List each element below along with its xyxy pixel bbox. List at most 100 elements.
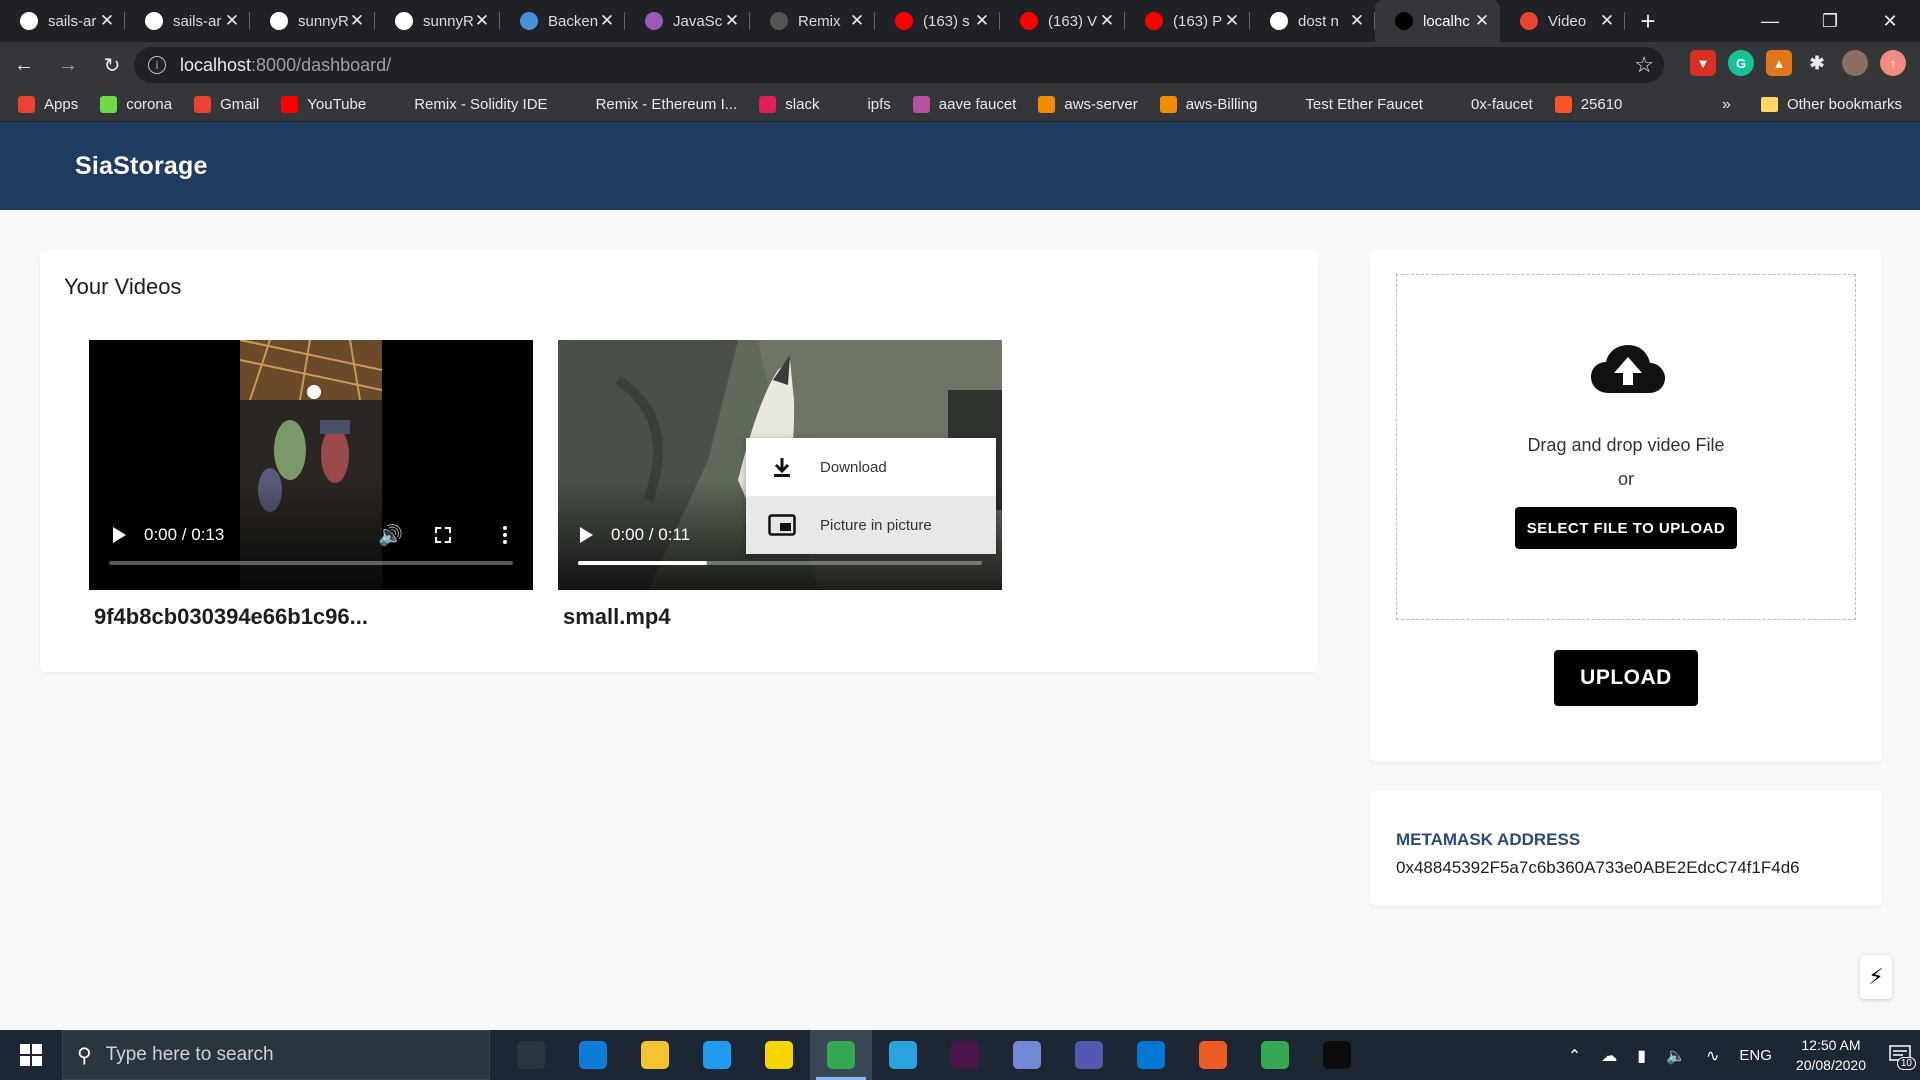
reload-button[interactable]: ↻ bbox=[92, 45, 132, 85]
close-tab-icon[interactable]: ✕ bbox=[1224, 11, 1240, 31]
browser-tab[interactable]: Remix ✕ bbox=[750, 0, 875, 42]
browser-tab[interactable]: Backen ✕ bbox=[500, 0, 625, 42]
taskbar-app[interactable] bbox=[872, 1030, 934, 1080]
show-hidden-icons-icon[interactable]: ⌃ bbox=[1568, 1046, 1581, 1065]
close-tab-icon[interactable]: ✕ bbox=[224, 11, 240, 31]
taskbar-app[interactable] bbox=[996, 1030, 1058, 1080]
taskbar-app[interactable] bbox=[934, 1030, 996, 1080]
other-bookmarks[interactable]: Other bookmarks bbox=[1787, 96, 1902, 113]
bookmark-item[interactable]: aave faucet bbox=[912, 96, 1016, 113]
close-tab-icon[interactable]: ✕ bbox=[349, 11, 365, 31]
taskbar-app[interactable] bbox=[1182, 1030, 1244, 1080]
browser-tab[interactable]: (163) P ✕ bbox=[1125, 0, 1250, 42]
close-tab-icon[interactable]: ✕ bbox=[974, 11, 990, 31]
close-tab-icon[interactable]: ✕ bbox=[849, 11, 865, 31]
play-icon[interactable] bbox=[113, 527, 126, 543]
bookmark-item[interactable]: Gmail bbox=[194, 96, 259, 113]
close-tab-icon[interactable]: ✕ bbox=[1099, 11, 1115, 31]
pocket-extension-icon[interactable]: ▼ bbox=[1690, 50, 1716, 76]
new-tab-button[interactable]: + bbox=[1625, 0, 1671, 42]
taskbar-app[interactable] bbox=[562, 1030, 624, 1080]
address-bar[interactable]: i localhost:8000/dashboard/ ☆ bbox=[134, 47, 1664, 83]
browser-tab[interactable]: JavaSc ✕ bbox=[625, 0, 750, 42]
minimize-button[interactable]: — bbox=[1740, 0, 1800, 42]
video-progress-bar[interactable] bbox=[578, 561, 982, 565]
bookmark-item[interactable]: aws-server bbox=[1038, 96, 1138, 113]
taskbar-app[interactable] bbox=[1120, 1030, 1182, 1080]
battery-icon[interactable]: ▮ bbox=[1637, 1046, 1646, 1065]
taskbar-app[interactable] bbox=[1306, 1030, 1368, 1080]
language-indicator[interactable]: ENG bbox=[1739, 1047, 1772, 1064]
bookmark-item[interactable]: slack bbox=[759, 96, 819, 113]
bookmark-item[interactable]: Test Ether Faucet bbox=[1279, 96, 1423, 113]
more-options-icon[interactable] bbox=[503, 526, 507, 544]
metamask-extension-icon[interactable]: ▲ bbox=[1766, 50, 1792, 76]
bookmarks-overflow-button[interactable]: » bbox=[1722, 96, 1731, 114]
browser-tab[interactable]: dost n ✕ bbox=[1250, 0, 1375, 42]
taskbar-search[interactable]: ⚲ Type here to search bbox=[62, 1030, 490, 1080]
bookmark-item[interactable]: YouTube bbox=[281, 96, 366, 113]
browser-tab[interactable]: sunnyR ✕ bbox=[250, 0, 375, 42]
close-tab-icon[interactable]: ✕ bbox=[99, 11, 115, 31]
fullscreen-icon[interactable] bbox=[434, 526, 452, 544]
browser-tab[interactable]: sails-ar ✕ bbox=[125, 0, 250, 42]
upload-button[interactable]: UPLOAD bbox=[1554, 650, 1698, 706]
bookmark-item[interactable]: Apps bbox=[18, 96, 78, 113]
video-progress-bar[interactable] bbox=[109, 561, 513, 565]
menu-item-download[interactable]: Download bbox=[746, 438, 996, 496]
browser-tab[interactable]: Video ✕ bbox=[1500, 0, 1625, 42]
clock[interactable]: 12:50 AM 20/08/2020 bbox=[1796, 1035, 1866, 1075]
browser-tab[interactable]: sunnyR ✕ bbox=[375, 0, 500, 42]
browser-tab[interactable]: (163) s ✕ bbox=[875, 0, 1000, 42]
browser-tab[interactable]: (163) V ✕ bbox=[1000, 0, 1125, 42]
speaker-icon[interactable]: 🔈 bbox=[1666, 1046, 1686, 1065]
bookmark-star-icon[interactable]: ☆ bbox=[1634, 52, 1654, 78]
close-tab-icon[interactable]: ✕ bbox=[724, 11, 740, 31]
taskbar-app[interactable] bbox=[1058, 1030, 1120, 1080]
start-button[interactable] bbox=[0, 1030, 62, 1080]
taskbar-app[interactable] bbox=[810, 1030, 872, 1080]
site-info-icon[interactable]: i bbox=[148, 56, 166, 74]
forward-button[interactable]: → bbox=[48, 45, 88, 85]
taskbar-app[interactable] bbox=[624, 1030, 686, 1080]
bookmark-item[interactable]: aws-Billing bbox=[1159, 96, 1257, 113]
drop-zone[interactable]: Drag and drop video File or SELECT FILE … bbox=[1396, 274, 1856, 620]
bookmark-item[interactable]: Remix - Ethereum I... bbox=[569, 96, 737, 113]
menu-item-picture-in-picture[interactable]: Picture in picture bbox=[746, 496, 996, 554]
bookmark-item[interactable]: ipfs bbox=[841, 96, 891, 113]
wifi-icon[interactable]: ∿ bbox=[1706, 1046, 1719, 1065]
taskbar-app[interactable] bbox=[1244, 1030, 1306, 1080]
bookmark-label: Remix - Solidity IDE bbox=[414, 96, 548, 113]
play-icon[interactable] bbox=[580, 527, 593, 543]
browser-tab[interactable]: localhc ✕ bbox=[1375, 0, 1500, 42]
select-file-button[interactable]: SELECT FILE TO UPLOAD bbox=[1515, 507, 1737, 549]
extensions-puzzle-icon[interactable]: ✱ bbox=[1804, 50, 1830, 76]
back-button[interactable]: ← bbox=[4, 45, 44, 85]
bookmark-item[interactable]: corona bbox=[100, 96, 172, 113]
restore-button[interactable]: ❐ bbox=[1800, 0, 1860, 42]
bookmark-item[interactable]: Remix - Solidity IDE bbox=[388, 96, 548, 113]
close-tab-icon[interactable]: ✕ bbox=[1599, 11, 1615, 31]
video-player-1[interactable]: 0:00 / 0:13 🔊 bbox=[89, 340, 533, 590]
close-tab-icon[interactable]: ✕ bbox=[1349, 11, 1365, 31]
app-brand[interactable]: SiaStorage bbox=[75, 152, 208, 181]
bookmark-item[interactable]: 0x-faucet bbox=[1444, 96, 1533, 113]
close-tab-icon[interactable]: ✕ bbox=[1474, 11, 1490, 31]
bookmark-list: Apps corona Gmail YouTube Remix - Solidity I… bbox=[18, 96, 1644, 113]
taskbar-app[interactable] bbox=[748, 1030, 810, 1080]
grammarly-extension-icon[interactable]: G bbox=[1728, 50, 1754, 76]
notifications-button[interactable]: 10 bbox=[1880, 1030, 1920, 1080]
profile-avatar[interactable] bbox=[1842, 50, 1868, 76]
taskbar-app[interactable] bbox=[686, 1030, 748, 1080]
browser-tab[interactable]: sails-ar ✕ bbox=[0, 0, 125, 42]
taskbar-app[interactable] bbox=[500, 1030, 562, 1080]
bookmark-item[interactable]: 25610 bbox=[1554, 96, 1622, 113]
close-tab-icon[interactable]: ✕ bbox=[474, 11, 490, 31]
update-icon[interactable]: ↑ bbox=[1880, 50, 1906, 76]
youtube-icon bbox=[281, 96, 299, 113]
close-tab-icon[interactable]: ✕ bbox=[599, 11, 615, 31]
lightning-bolt-icon[interactable]: ⚡ bbox=[1860, 955, 1892, 999]
close-window-button[interactable]: ✕ bbox=[1860, 0, 1920, 42]
volume-icon[interactable]: 🔊 bbox=[378, 523, 403, 547]
onedrive-icon[interactable]: ☁ bbox=[1601, 1046, 1617, 1065]
